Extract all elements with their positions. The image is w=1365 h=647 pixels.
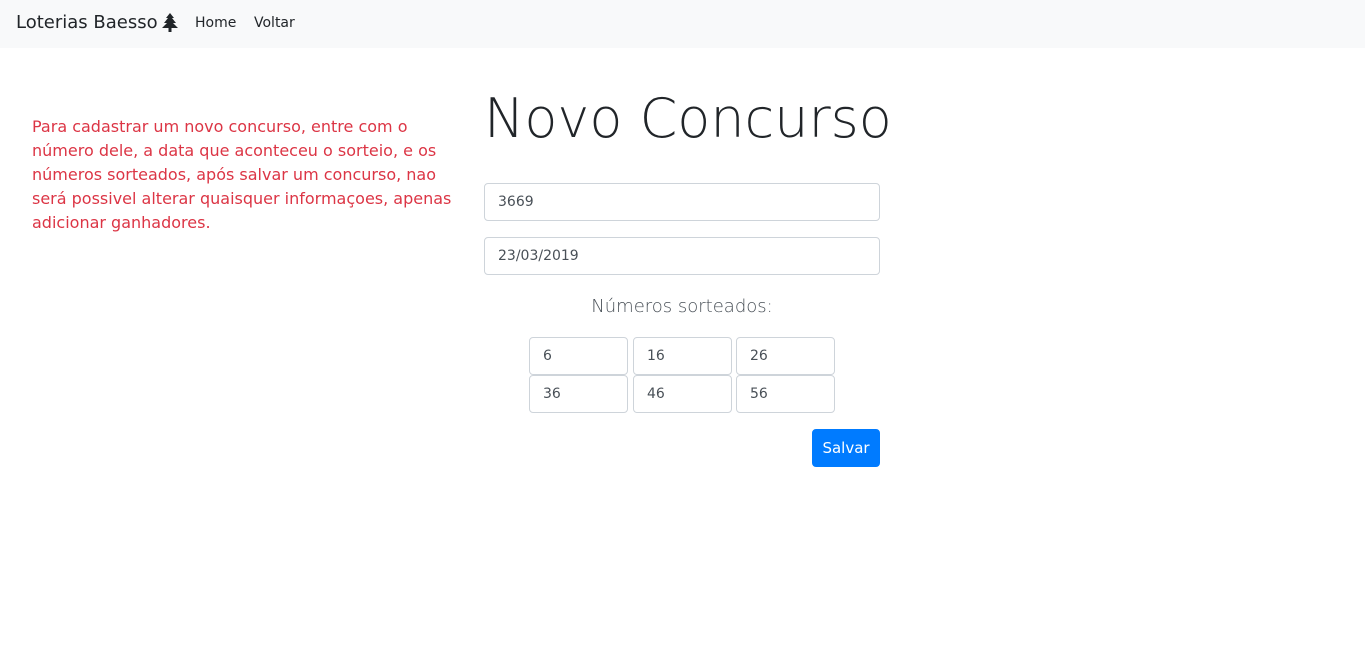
- nav-home-link[interactable]: Home: [195, 14, 236, 32]
- drawn-number-input[interactable]: [633, 375, 732, 413]
- page-title: Novo Concurso: [484, 87, 892, 150]
- drawn-number-input[interactable]: [633, 337, 732, 375]
- navbar: Loterias Baesso Home Voltar: [0, 0, 1365, 48]
- nav-voltar-link[interactable]: Voltar: [254, 14, 295, 32]
- brand-link[interactable]: Loterias Baesso: [16, 12, 178, 34]
- brand-name: Loterias Baesso: [16, 12, 158, 33]
- drawn-number-input[interactable]: [736, 337, 835, 375]
- drawn-number-input[interactable]: [529, 337, 628, 375]
- numbers-label: Números sorteados:: [591, 296, 773, 317]
- tree-icon: [161, 13, 178, 33]
- drawn-number-input[interactable]: [736, 375, 835, 413]
- info-text: Para cadastrar um novo concurso, entre c…: [32, 117, 452, 232]
- contest-number-input[interactable]: [484, 183, 880, 221]
- save-button[interactable]: Salvar: [812, 429, 880, 467]
- drawn-number-input[interactable]: [529, 375, 628, 413]
- contest-date-input[interactable]: [484, 237, 880, 275]
